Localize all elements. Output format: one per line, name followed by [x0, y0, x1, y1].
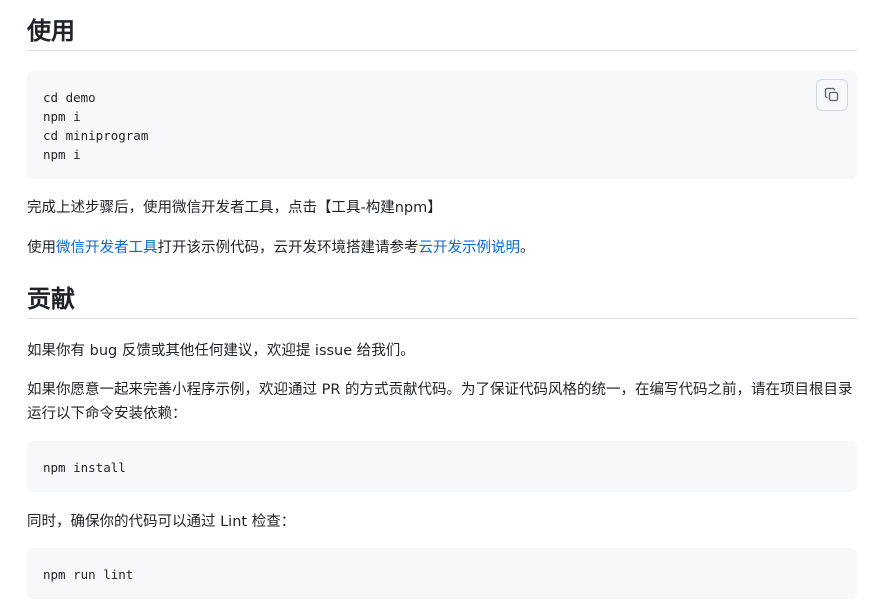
code-line: npm run lint [43, 567, 134, 582]
usage-code[interactable]: cd demo npm i cd miniprogram npm i [27, 71, 857, 180]
cloud-dev-example-link[interactable]: 云开发示例说明 [419, 240, 521, 256]
wechat-devtools-link[interactable]: 微信开发者工具 [56, 240, 158, 256]
contribute-heading: 贡献 [27, 284, 857, 319]
contribute-feedback-text: 如果你有 bug 反馈或其他任何建议，欢迎提 issue 给我们。 [27, 343, 415, 359]
lint-code[interactable]: npm run lint [27, 548, 857, 600]
lint-instruction-text: 同时，确保你的代码可以通过 Lint 检查： [27, 514, 296, 530]
install-code[interactable]: npm install [27, 441, 857, 493]
readme-content: 使用 cd demo npm i cd miniprogram npm i 完成上述步… [0, 0, 886, 612]
text-segment: 打开该示例代码，云开发环境搭建请参考 [157, 240, 419, 256]
code-line: npm install [43, 460, 126, 475]
code-line: npm i [43, 109, 81, 124]
text-segment: 使用 [27, 240, 56, 256]
text-segment: 。 [520, 240, 535, 256]
install-code-block: npm install [27, 441, 857, 492]
usage-heading: 使用 [27, 16, 857, 51]
code-line: cd demo [43, 90, 96, 105]
usage-instruction-text: 完成上述步骤后，使用微信开发者工具，点击【工具-构建npm】 [27, 200, 442, 216]
code-line: npm i [43, 147, 81, 162]
lint-code-block: npm run lint [27, 548, 857, 599]
copy-button[interactable] [816, 79, 848, 111]
usage-reference-text: 使用微信开发者工具打开该示例代码，云开发环境搭建请参考云开发示例说明。 [27, 236, 859, 260]
code-line: cd miniprogram [43, 128, 149, 143]
usage-code-block: cd demo npm i cd miniprogram npm i [27, 71, 857, 179]
copy-icon [824, 87, 839, 102]
contribute-pr-text: 如果你愿意一起来完善小程序示例，欢迎通过 PR 的方式贡献代码。为了保证代码风格… [27, 382, 853, 422]
